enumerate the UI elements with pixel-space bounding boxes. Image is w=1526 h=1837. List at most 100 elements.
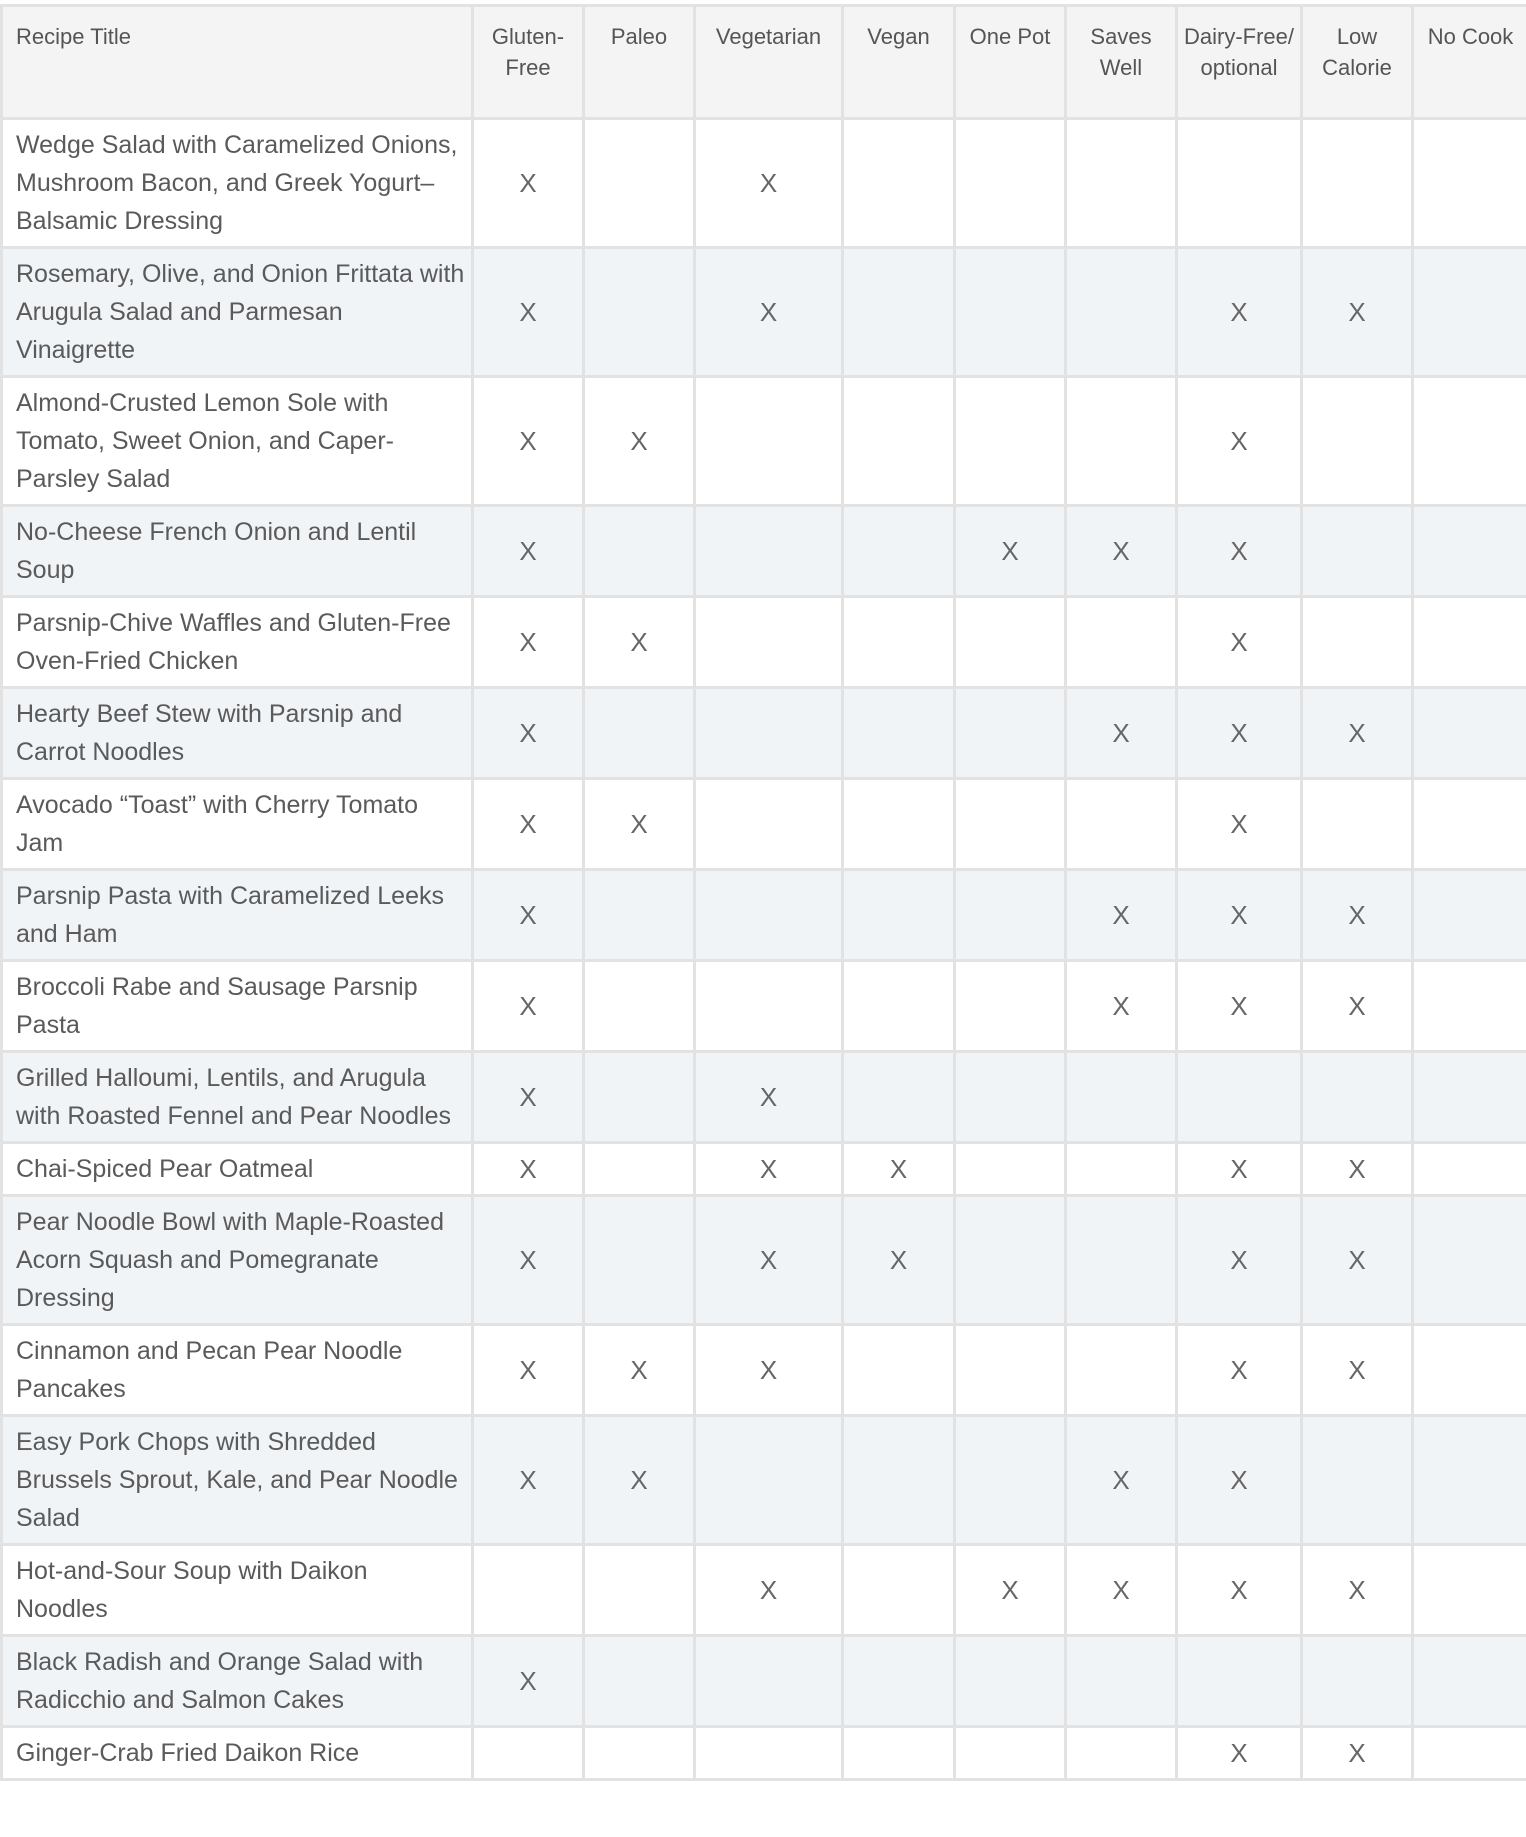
mark-cell-no-cook: [1414, 1417, 1526, 1546]
mark-cell-dairy-free: X: [1178, 598, 1303, 689]
recipe-title-cell: Parsnip Pasta with Caramelized Leeks and…: [3, 871, 474, 962]
mark-cell-paleo: [585, 962, 696, 1053]
recipe-title-cell: Wedge Salad with Caramelized Onions, Mus…: [3, 120, 474, 249]
mark-cell-low-calorie: X: [1303, 689, 1414, 780]
recipe-title-cell: Almond-Crusted Lemon Sole with Tomato, S…: [3, 378, 474, 507]
mark-cell-vegetarian: X: [696, 1197, 844, 1326]
recipe-title-cell: Hearty Beef Stew with Parsnip and Carrot…: [3, 689, 474, 780]
mark-cell-paleo: [585, 1546, 696, 1637]
mark-cell-no-cook: [1414, 1546, 1526, 1637]
mark-cell-one-pot: X: [956, 507, 1067, 598]
mark-cell-vegetarian: [696, 871, 844, 962]
mark-cell-dairy-free: X: [1178, 249, 1303, 378]
mark-cell-paleo: [585, 1637, 696, 1728]
column-header-paleo: Paleo: [585, 7, 696, 120]
mark-cell-one-pot: [956, 871, 1067, 962]
recipe-table-container: Recipe Title Gluten-Free Paleo Vegetarian Ve…: [0, 4, 1526, 1781]
mark-cell-paleo: X: [585, 378, 696, 507]
recipe-title-cell: Easy Pork Chops with Shredded Brussels S…: [3, 1417, 474, 1546]
recipe-title-cell: Pear Noodle Bowl with Maple-Roasted Acor…: [3, 1197, 474, 1326]
table-row: Hearty Beef Stew with Parsnip and Carrot…: [3, 689, 1526, 780]
mark-cell-paleo: X: [585, 1417, 696, 1546]
mark-cell-saves-well: X: [1067, 1546, 1178, 1637]
mark-cell-gluten-free: X: [474, 598, 585, 689]
mark-cell-vegetarian: X: [696, 1144, 844, 1197]
table-row: Cinnamon and Pecan Pear Noodle Pancakes X…: [3, 1326, 1526, 1417]
mark-cell-vegan: [844, 1417, 956, 1546]
mark-cell-saves-well: [1067, 120, 1178, 249]
mark-cell-gluten-free: X: [474, 1637, 585, 1728]
recipe-title-cell: Hot-and-Sour Soup with Daikon Noodles: [3, 1546, 474, 1637]
mark-cell-saves-well: [1067, 249, 1178, 378]
column-header-one-pot: One Pot: [956, 7, 1067, 120]
mark-cell-vegetarian: X: [696, 1546, 844, 1637]
mark-cell-dairy-free: X: [1178, 1326, 1303, 1417]
mark-cell-one-pot: [956, 120, 1067, 249]
mark-cell-vegan: [844, 507, 956, 598]
mark-cell-no-cook: [1414, 120, 1526, 249]
mark-cell-vegan: [844, 871, 956, 962]
mark-cell-low-calorie: X: [1303, 1546, 1414, 1637]
mark-cell-vegetarian: [696, 378, 844, 507]
column-header-title: Recipe Title: [3, 7, 474, 120]
column-header-vegan: Vegan: [844, 7, 956, 120]
mark-cell-no-cook: [1414, 871, 1526, 962]
table-row: Wedge Salad with Caramelized Onions, Mus…: [3, 120, 1526, 249]
mark-cell-vegan: X: [844, 1197, 956, 1326]
mark-cell-paleo: [585, 871, 696, 962]
mark-cell-low-calorie: [1303, 120, 1414, 249]
mark-cell-vegetarian: [696, 689, 844, 780]
mark-cell-gluten-free: X: [474, 871, 585, 962]
mark-cell-one-pot: [956, 1326, 1067, 1417]
mark-cell-one-pot: [956, 1637, 1067, 1728]
mark-cell-low-calorie: [1303, 1053, 1414, 1144]
mark-cell-low-calorie: X: [1303, 1197, 1414, 1326]
mark-cell-dairy-free: X: [1178, 871, 1303, 962]
mark-cell-one-pot: X: [956, 1546, 1067, 1637]
table-row: Rosemary, Olive, and Onion Frittata with…: [3, 249, 1526, 378]
column-header-dairy-free: Dairy-Free/ optional: [1178, 7, 1303, 120]
recipe-title-cell: Parsnip-Chive Waffles and Gluten-Free Ov…: [3, 598, 474, 689]
recipe-title-cell: Grilled Halloumi, Lentils, and Arugula w…: [3, 1053, 474, 1144]
mark-cell-vegan: [844, 1728, 956, 1778]
mark-cell-no-cook: [1414, 689, 1526, 780]
mark-cell-dairy-free: X: [1178, 1197, 1303, 1326]
table-row: Easy Pork Chops with Shredded Brussels S…: [3, 1417, 1526, 1546]
mark-cell-one-pot: [956, 689, 1067, 780]
mark-cell-paleo: [585, 1053, 696, 1144]
mark-cell-vegetarian: X: [696, 120, 844, 249]
table-row: Parsnip-Chive Waffles and Gluten-Free Ov…: [3, 598, 1526, 689]
mark-cell-vegan: X: [844, 1144, 956, 1197]
mark-cell-saves-well: [1067, 1728, 1178, 1778]
mark-cell-dairy-free: X: [1178, 1144, 1303, 1197]
mark-cell-dairy-free: X: [1178, 1546, 1303, 1637]
mark-cell-no-cook: [1414, 507, 1526, 598]
mark-cell-vegan: [844, 120, 956, 249]
mark-cell-vegetarian: [696, 1637, 844, 1728]
mark-cell-no-cook: [1414, 1144, 1526, 1197]
mark-cell-gluten-free: X: [474, 1144, 585, 1197]
mark-cell-gluten-free: X: [474, 1197, 585, 1326]
mark-cell-vegetarian: [696, 1417, 844, 1546]
mark-cell-one-pot: [956, 1417, 1067, 1546]
table-row: Almond-Crusted Lemon Sole with Tomato, S…: [3, 378, 1526, 507]
recipe-title-cell: Broccoli Rabe and Sausage Parsnip Pasta: [3, 962, 474, 1053]
mark-cell-low-calorie: [1303, 780, 1414, 871]
mark-cell-dairy-free: X: [1178, 780, 1303, 871]
mark-cell-gluten-free: X: [474, 1417, 585, 1546]
table-row: Broccoli Rabe and Sausage Parsnip Pasta X…: [3, 962, 1526, 1053]
mark-cell-paleo: X: [585, 780, 696, 871]
header-row: Recipe Title Gluten-Free Paleo Vegetarian Ve…: [3, 7, 1526, 120]
mark-cell-low-calorie: X: [1303, 962, 1414, 1053]
mark-cell-one-pot: [956, 378, 1067, 507]
recipe-title-cell: No-Cheese French Onion and Lentil Soup: [3, 507, 474, 598]
mark-cell-saves-well: [1067, 1637, 1178, 1728]
mark-cell-vegan: [844, 249, 956, 378]
mark-cell-gluten-free: X: [474, 507, 585, 598]
mark-cell-paleo: X: [585, 1326, 696, 1417]
mark-cell-paleo: X: [585, 598, 696, 689]
mark-cell-no-cook: [1414, 1053, 1526, 1144]
mark-cell-one-pot: [956, 1053, 1067, 1144]
mark-cell-gluten-free: [474, 1728, 585, 1778]
mark-cell-low-calorie: [1303, 1637, 1414, 1728]
